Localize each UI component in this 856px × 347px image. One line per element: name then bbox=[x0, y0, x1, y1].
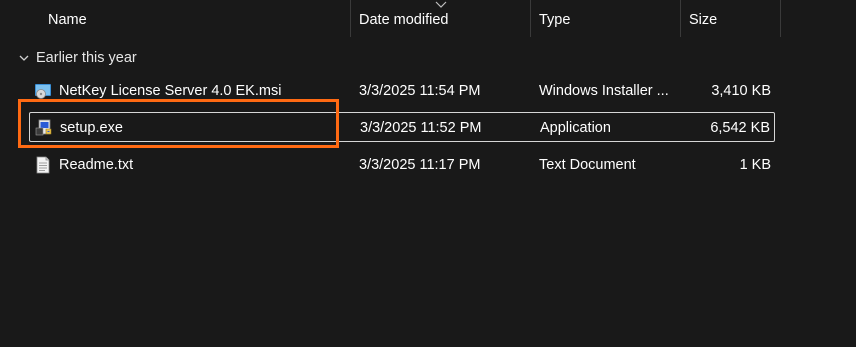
file-name: NetKey License Server 4.0 EK.msi bbox=[59, 83, 282, 99]
group-label: Earlier this year bbox=[36, 50, 137, 66]
column-header-type[interactable]: Type bbox=[530, 0, 681, 37]
file-name: Readme.txt bbox=[59, 157, 134, 173]
chevron-down-icon bbox=[19, 55, 29, 61]
file-date-modified: 3/3/2025 11:17 PM bbox=[359, 157, 481, 173]
text-document-icon bbox=[36, 156, 50, 174]
file-name: setup.exe bbox=[60, 120, 123, 136]
file-row[interactable]: Readme.txt 3/3/2025 11:17 PM Text Docume… bbox=[29, 150, 775, 180]
file-date-modified: 3/3/2025 11:54 PM bbox=[359, 83, 481, 99]
column-header-bar: Name Date modified Type Size bbox=[0, 0, 856, 37]
file-size: 3,410 KB bbox=[711, 83, 771, 99]
file-row[interactable]: NetKey License Server 4.0 EK.msi 3/3/202… bbox=[29, 76, 775, 106]
file-type: Application bbox=[540, 120, 611, 136]
file-type: Text Document bbox=[539, 157, 636, 173]
setup-exe-icon bbox=[35, 119, 52, 136]
column-header-size[interactable]: Size bbox=[680, 0, 781, 37]
file-row-selected[interactable]: setup.exe 3/3/2025 11:52 PM Application … bbox=[29, 112, 775, 142]
file-type: Windows Installer ... bbox=[539, 83, 669, 99]
column-header-date-modified[interactable]: Date modified bbox=[350, 0, 531, 37]
file-explorer: Name Date modified Type Size Earlier thi… bbox=[0, 0, 856, 347]
group-header[interactable]: Earlier this year bbox=[18, 47, 137, 69]
msi-installer-icon bbox=[35, 84, 51, 99]
column-header-name[interactable]: Name bbox=[40, 0, 351, 37]
file-size: 6,542 KB bbox=[710, 120, 770, 136]
file-date-modified: 3/3/2025 11:52 PM bbox=[360, 120, 482, 136]
file-size: 1 KB bbox=[739, 157, 771, 173]
column-header-filler bbox=[780, 0, 856, 37]
